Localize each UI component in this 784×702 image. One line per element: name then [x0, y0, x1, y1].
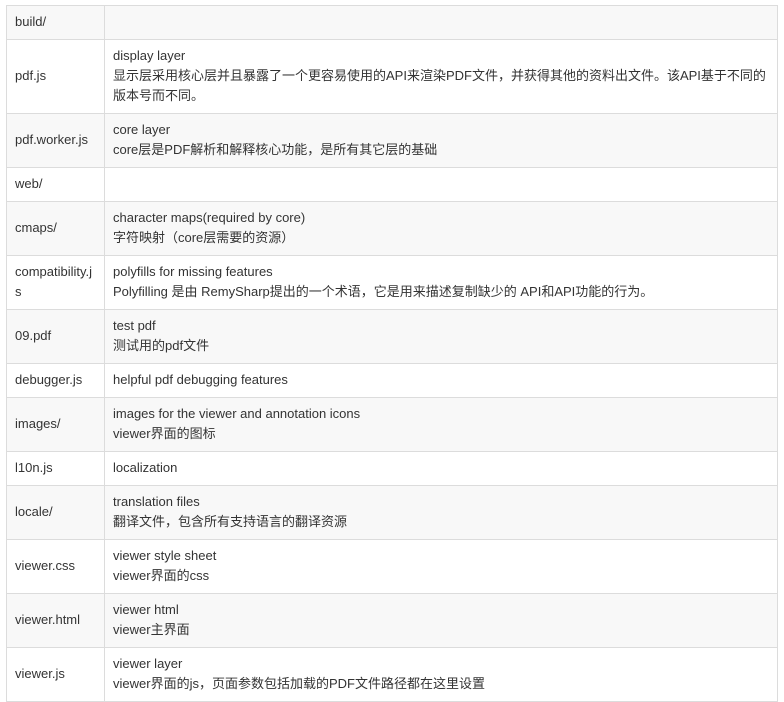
description-english: test pdf — [113, 318, 156, 333]
file-name-cell: locale/ — [6, 485, 105, 540]
description-cell: translation files 翻译文件，包含所有支持语言的翻译资源 — [104, 485, 778, 540]
description-english: translation files — [113, 494, 200, 509]
file-name-cell: debugger.js — [6, 363, 105, 398]
file-description-table-wrapper: build/ pdf.js display layer 显示层采用核心层并且暴露了一… — [6, 5, 778, 702]
description-cell: viewer layer viewer界面的js，页面参数包括加载的PDF文件路径… — [104, 647, 778, 702]
file-name-cell: viewer.js — [6, 647, 105, 702]
file-name-cell: viewer.css — [6, 539, 105, 594]
table-row: 09.pdf test pdf 测试用的pdf文件 — [6, 309, 778, 364]
file-description-table: build/ pdf.js display layer 显示层采用核心层并且暴露了一… — [6, 5, 778, 702]
table-row: viewer.html viewer html viewer主界面 — [6, 593, 778, 648]
description-chinese: viewer界面的js，页面参数包括加载的PDF文件路径都在这里设置 — [113, 676, 485, 691]
description-chinese: core层是PDF解析和解释核心功能，是所有其它层的基础 — [113, 142, 438, 157]
description-chinese: 翻译文件，包含所有支持语言的翻译资源 — [113, 514, 348, 529]
description-chinese: 显示层采用核心层并且暴露了一个更容易使用的API来渲染PDF文件，并获得其他的资… — [113, 68, 766, 103]
description-english: images for the viewer and annotation ico… — [113, 406, 361, 421]
description-cell: core layer core层是PDF解析和解释核心功能，是所有其它层的基础 — [104, 113, 778, 168]
file-name-cell: 09.pdf — [6, 309, 105, 364]
description-chinese: 测试用的pdf文件 — [113, 338, 210, 353]
description-cell: images for the viewer and annotation ico… — [104, 397, 778, 452]
description-english: viewer style sheet — [113, 548, 217, 563]
file-name-cell: images/ — [6, 397, 105, 452]
table-row: build/ — [6, 5, 778, 40]
description-chinese: viewer界面的css — [113, 568, 210, 583]
table-row: debugger.js helpful pdf debugging feature… — [6, 363, 778, 398]
table-row: viewer.css viewer style sheet viewer界面的css — [6, 539, 778, 594]
description-chinese: 字符映射（core层需要的资源） — [113, 230, 295, 245]
description-cell: viewer style sheet viewer界面的css — [104, 539, 778, 594]
table-row: images/images for the viewer and annotat… — [6, 397, 778, 452]
description-cell: polyfills for missing features Polyfillin… — [104, 255, 778, 310]
description-cell — [104, 167, 778, 202]
description-chinese: viewer主界面 — [113, 622, 190, 637]
file-name-cell: build/ — [6, 5, 105, 40]
description-english: character maps(required by core) — [113, 210, 306, 225]
description-cell: localization — [104, 451, 778, 486]
description-cell: helpful pdf debugging features — [104, 363, 778, 398]
description-english: viewer html — [113, 602, 179, 617]
table-row: viewer.js viewer layer viewer界面的js，页面参数包括加… — [6, 647, 778, 702]
description-cell: test pdf 测试用的pdf文件 — [104, 309, 778, 364]
description-english: localization — [113, 460, 178, 475]
file-name-cell: cmaps/ — [6, 201, 105, 256]
description-cell: display layer 显示层采用核心层并且暴露了一个更容易使用的API来渲染… — [104, 39, 778, 114]
table-row: cmaps/character maps(required by core) 字符… — [6, 201, 778, 256]
file-name-cell: pdf.js — [6, 39, 105, 114]
file-name-cell: web/ — [6, 167, 105, 202]
description-english: helpful pdf debugging features — [113, 372, 288, 387]
description-chinese: viewer界面的图标 — [113, 426, 216, 441]
file-name-cell: pdf.worker.js — [6, 113, 105, 168]
table-row: pdf.worker.js core layer core层是PDF解析和解释核心功… — [6, 113, 778, 168]
table-row: l10n.js localization — [6, 451, 778, 486]
table-row: locale/translation files 翻译文件，包含所有支持语言的翻译… — [6, 485, 778, 540]
file-name-cell: compatibility.js — [6, 255, 105, 310]
description-chinese: Polyfilling 是由 RemySharp提出的一个术语，它是用来描述复制… — [113, 284, 654, 299]
description-english: display layer — [113, 48, 186, 63]
description-cell — [104, 5, 778, 40]
description-english: core layer — [113, 122, 171, 137]
table-body: build/ pdf.js display layer 显示层采用核心层并且暴露了一… — [6, 5, 778, 702]
description-english: polyfills for missing features — [113, 264, 273, 279]
file-name-cell: l10n.js — [6, 451, 105, 486]
file-name-cell: viewer.html — [6, 593, 105, 648]
table-row: pdf.js display layer 显示层采用核心层并且暴露了一个更容易使用的… — [6, 39, 778, 114]
table-row: compatibility.js polyfills for missing fe… — [6, 255, 778, 310]
description-cell: character maps(required by core) 字符映射（cor… — [104, 201, 778, 256]
table-row: web/ — [6, 167, 778, 202]
description-cell: viewer html viewer主界面 — [104, 593, 778, 648]
description-english: viewer layer — [113, 656, 183, 671]
